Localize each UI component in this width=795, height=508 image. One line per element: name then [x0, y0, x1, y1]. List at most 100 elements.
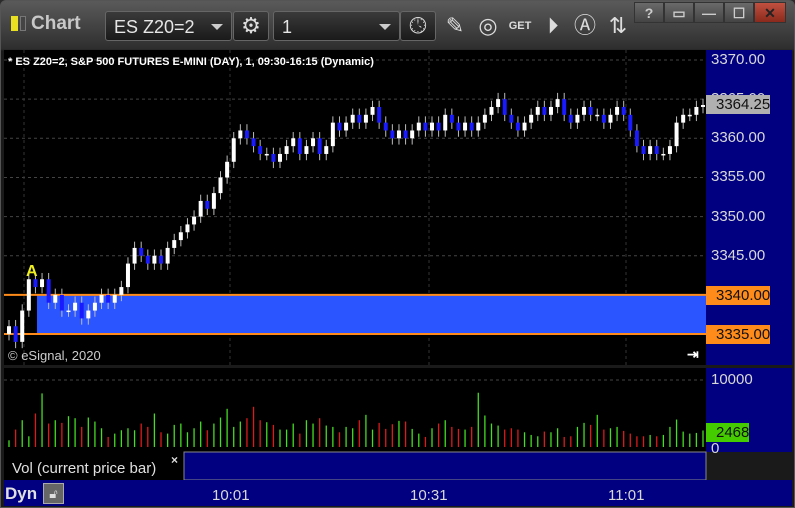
candle: [621, 106, 626, 115]
candle: [370, 106, 375, 115]
candle: [509, 114, 514, 123]
candle: [139, 247, 144, 256]
volume-current-tag: 2468: [706, 423, 750, 442]
candle: [383, 122, 388, 131]
price-axis-label: 3350.00: [711, 207, 766, 225]
candle: [648, 146, 653, 154]
candle: [53, 294, 58, 303]
candle: [542, 106, 547, 115]
candle: [344, 122, 349, 131]
candle: [456, 122, 461, 131]
time-label: 10:01: [212, 487, 250, 504]
candle: [106, 294, 111, 303]
volume-study-label: Vol (current price bar): [12, 460, 157, 477]
candle: [562, 99, 567, 115]
price-axis-label: 3355.00: [711, 168, 766, 186]
candle: [674, 122, 679, 147]
candle: [529, 114, 534, 123]
candle: [548, 106, 553, 115]
candle: [79, 302, 84, 319]
candle: [119, 287, 124, 295]
candle: [185, 224, 190, 233]
candle: [112, 294, 117, 303]
candle: [661, 153, 666, 156]
support-zone: [37, 294, 706, 335]
time-axis: [4, 480, 792, 506]
candle: [469, 122, 474, 131]
candle: [555, 99, 560, 107]
candle: [601, 114, 606, 123]
candle: [172, 240, 177, 248]
candle: [178, 232, 183, 241]
chart-heading: * ES Z20=2, S&P 500 FUTURES E-MINI (DAY)…: [8, 56, 374, 68]
candle: [251, 138, 256, 147]
candle: [634, 130, 639, 147]
candle: [390, 130, 395, 139]
candle: [502, 99, 507, 115]
candle: [231, 138, 236, 162]
candle: [363, 114, 368, 123]
candle: [449, 114, 454, 123]
candle: [357, 114, 362, 123]
candle: [423, 122, 428, 131]
volume-panel: [4, 368, 706, 452]
candle: [311, 138, 316, 147]
candle: [515, 122, 520, 131]
candle: [271, 153, 276, 162]
volume-value-area: [183, 451, 707, 481]
price-chart[interactable]: [0, 0, 795, 508]
candle: [588, 106, 593, 115]
volume-axis-label: 0: [711, 440, 720, 457]
close-study-icon[interactable]: ×: [171, 453, 178, 467]
candle: [46, 279, 51, 303]
candle: [615, 106, 620, 115]
candle: [258, 146, 263, 154]
candle: [350, 114, 355, 123]
candle: [641, 146, 646, 154]
candle: [86, 310, 91, 319]
candle: [198, 200, 203, 217]
time-label: 11:01: [608, 487, 645, 504]
candle: [575, 114, 580, 123]
candle: [330, 122, 335, 147]
candle: [694, 106, 699, 115]
price-axis-label: 3345.00: [711, 246, 766, 264]
candle: [211, 193, 216, 209]
zone-high-tag: 3340.00: [706, 286, 771, 305]
candle: [489, 106, 494, 115]
candle: [284, 146, 289, 154]
price-axis-label: 3370.00: [711, 51, 766, 68]
candle: [701, 105, 705, 107]
candle: [476, 122, 481, 131]
candle: [297, 138, 302, 154]
candle: [324, 146, 329, 154]
candle: [430, 122, 435, 131]
candle: [159, 255, 164, 264]
candle: [92, 302, 97, 311]
candle: [396, 130, 401, 139]
candle: [20, 310, 25, 342]
candle: [681, 114, 686, 123]
candle: [152, 255, 157, 264]
candle: [205, 200, 210, 209]
candle: [225, 161, 230, 178]
candle: [410, 130, 415, 139]
candle: [132, 247, 137, 264]
candle: [7, 326, 11, 335]
candle: [264, 153, 269, 156]
candle: [535, 106, 540, 115]
candle: [403, 130, 408, 139]
candle: [192, 216, 197, 225]
candle: [73, 302, 78, 311]
last-price-tag: 3364.25: [706, 95, 771, 114]
candle: [291, 138, 296, 147]
candle: [59, 294, 64, 311]
alert-marker: A: [26, 263, 38, 280]
lock-icon[interactable]: 🔓︎: [43, 483, 64, 504]
candle: [317, 138, 322, 154]
candle: [244, 130, 249, 139]
scroll-to-end-icon[interactable]: ⇥: [687, 346, 699, 363]
candle: [99, 294, 104, 303]
time-mode-label[interactable]: Dyn: [5, 484, 37, 504]
candle: [522, 122, 527, 131]
